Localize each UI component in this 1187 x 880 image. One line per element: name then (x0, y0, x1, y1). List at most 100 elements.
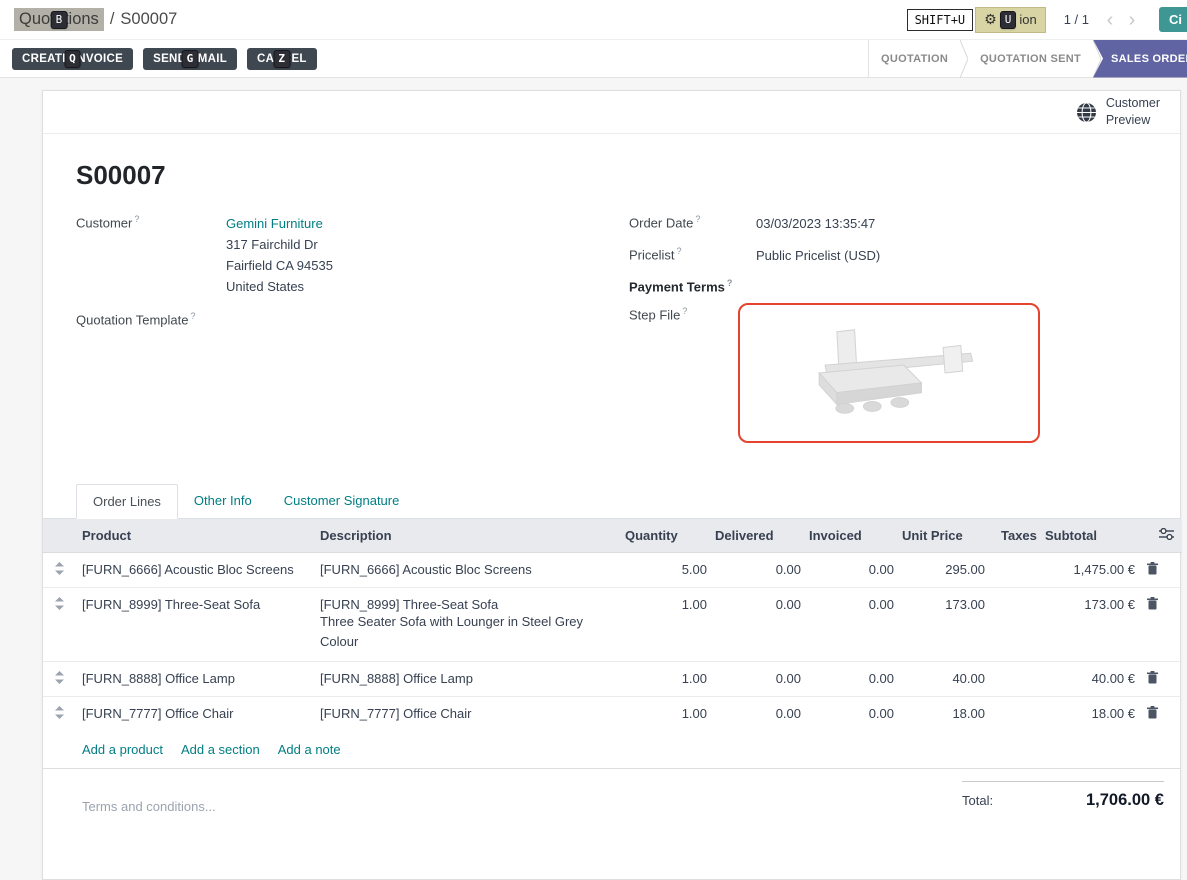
pricelist-label: Pricelist? (629, 245, 756, 266)
cell-product[interactable]: [FURN_7777] Office Chair (76, 697, 316, 732)
cell-invoiced[interactable]: 0.00 (805, 553, 898, 588)
cell-description[interactable]: [FURN_6666] Acoustic Bloc Screens (316, 553, 621, 588)
cell-description[interactable]: [FURN_8999] Three-Seat Sofa Three Seater… (316, 588, 621, 662)
cell-quantity[interactable]: 1.00 (621, 662, 711, 697)
action-status-bar: CREATE INVOICE Q SEND EMAIL G CANCEL Z Q… (0, 40, 1187, 78)
cell-delivered[interactable]: 0.00 (711, 662, 805, 697)
create-invoice-button[interactable]: CREATE INVOICE Q (12, 48, 133, 70)
cell-subtotal: 1,475.00 € (1041, 553, 1141, 588)
cell-invoiced[interactable]: 0.00 (805, 697, 898, 732)
delete-row-button[interactable] (1141, 588, 1182, 662)
order-date-label: Order Date? (629, 213, 756, 234)
customer-address: 317 Fairchild Dr Fairfield CA 94535 Unit… (226, 234, 333, 297)
cell-quantity[interactable]: 5.00 (621, 553, 711, 588)
tab-customer-signature[interactable]: Customer Signature (268, 484, 416, 518)
address-line: 317 Fairchild Dr (226, 234, 333, 255)
delete-row-button[interactable] (1141, 553, 1182, 588)
help-icon: ? (727, 278, 733, 288)
edge-partial-button[interactable]: Ci (1159, 7, 1187, 32)
address-line: Fairfield CA 94535 (226, 255, 333, 276)
customer-preview-line1: Customer (1106, 96, 1160, 110)
cell-quantity[interactable]: 1.00 (621, 588, 711, 662)
cell-delivered[interactable]: 0.00 (711, 588, 805, 662)
cell-delivered[interactable]: 0.00 (711, 697, 805, 732)
sheet-footer: Terms and conditions... Total: 1,706.00 … (76, 781, 1164, 814)
pager-value: 1 / 1 (1064, 12, 1089, 27)
hint-badge-create-invoice: Q (65, 51, 80, 67)
add-product-link[interactable]: Add a product (82, 742, 163, 757)
customer-preview-line2: Preview (1106, 113, 1150, 127)
tab-order-lines[interactable]: Order Lines (76, 484, 178, 519)
drag-handle[interactable] (43, 662, 76, 697)
cell-taxes[interactable] (989, 588, 1041, 662)
step-file-image-field[interactable] (738, 303, 1040, 443)
add-section-link[interactable]: Add a section (181, 742, 260, 757)
breadcrumb-current: S00007 (120, 10, 177, 29)
drag-handle[interactable] (43, 697, 76, 732)
field-step-file: Step File? (629, 305, 1164, 443)
order-date-value[interactable]: 03/03/2023 13:35:47 (756, 213, 875, 234)
help-icon: ? (677, 246, 682, 256)
hint-badge-breadcrumb: B (52, 12, 67, 28)
help-icon: ? (695, 214, 700, 224)
trash-icon (1147, 597, 1158, 610)
add-note-link[interactable]: Add a note (278, 742, 341, 757)
field-column-left: Customer? Gemini Furniture 317 Fairchild… (76, 213, 629, 454)
cell-description[interactable]: [FURN_8888] Office Lamp (316, 662, 621, 697)
action-menu-button[interactable]: ⚙ U ion (975, 7, 1046, 33)
customer-field-value: Gemini Furniture 317 Fairchild Dr Fairfi… (226, 213, 333, 297)
cell-taxes[interactable] (989, 662, 1041, 697)
help-icon: ? (682, 306, 687, 316)
cell-delivered[interactable]: 0.00 (711, 553, 805, 588)
line-footer-links: Add a product Add a section Add a note (43, 731, 1180, 769)
cell-unit-price[interactable]: 173.00 (898, 588, 989, 662)
field-column-right: Order Date? 03/03/2023 13:35:47 Pricelis… (629, 213, 1164, 454)
field-pricelist: Pricelist? Public Pricelist (USD) (629, 245, 1164, 266)
terms-and-conditions-field[interactable]: Terms and conditions... (82, 781, 216, 814)
delete-row-button[interactable] (1141, 662, 1182, 697)
status-step-quotation-sent[interactable]: QUOTATION SENT (968, 40, 1093, 78)
field-quotation-template: Quotation Template? (76, 310, 629, 327)
notebook: Order Lines Other Info Customer Signatur… (43, 484, 1180, 769)
status-step-sales-order[interactable]: SALES ORDER (1093, 40, 1187, 78)
breadcrumb-separator: / (110, 10, 115, 29)
column-header-delivered: Delivered (711, 519, 805, 553)
customer-preview-link[interactable]: Customer Preview (43, 91, 1180, 134)
cell-product[interactable]: [FURN_6666] Acoustic Bloc Screens (76, 553, 316, 588)
top-bar: Quotations B / S00007 SHIFT+U ⚙ U ion 1 … (0, 0, 1187, 40)
pager-next-icon[interactable]: › (1121, 10, 1143, 30)
pager-previous-icon[interactable]: ‹ (1099, 10, 1121, 30)
cell-unit-price[interactable]: 295.00 (898, 553, 989, 588)
cell-invoiced[interactable]: 0.00 (805, 588, 898, 662)
order-line-row: [FURN_8999] Three-Seat Sofa [FURN_8999] … (43, 588, 1182, 662)
address-line: United States (226, 276, 333, 297)
send-email-button[interactable]: SEND EMAIL G (143, 48, 237, 70)
column-header-unit-price: Unit Price (898, 519, 989, 553)
customer-preview-label: Customer Preview (1106, 95, 1160, 129)
help-icon: ? (191, 311, 196, 321)
cell-product[interactable]: [FURN_8888] Office Lamp (76, 662, 316, 697)
breadcrumb-parent-link[interactable]: Quotations B (14, 8, 104, 31)
order-lines-table: Product Description Quantity Delivered I… (43, 519, 1182, 731)
cell-quantity[interactable]: 1.00 (621, 697, 711, 732)
drag-handle[interactable] (43, 588, 76, 662)
pricelist-value[interactable]: Public Pricelist (USD) (756, 245, 880, 266)
cell-taxes[interactable] (989, 697, 1041, 732)
cell-taxes[interactable] (989, 553, 1041, 588)
drag-handle[interactable] (43, 553, 76, 588)
cell-product[interactable]: [FURN_8999] Three-Seat Sofa (76, 588, 316, 662)
cell-description[interactable]: [FURN_7777] Office Chair (316, 697, 621, 732)
cell-invoiced[interactable]: 0.00 (805, 662, 898, 697)
cancel-button[interactable]: CANCEL Z (247, 48, 317, 70)
table-header-row: Product Description Quantity Delivered I… (43, 519, 1182, 553)
optional-columns-header[interactable] (1141, 519, 1182, 553)
total-value: 1,706.00 € (1086, 791, 1164, 810)
drag-handle-icon (55, 671, 64, 684)
tab-other-info[interactable]: Other Info (178, 484, 268, 518)
delete-row-button[interactable] (1141, 697, 1182, 732)
step-file-3d-preview (784, 314, 994, 432)
cell-unit-price[interactable]: 40.00 (898, 662, 989, 697)
cell-unit-price[interactable]: 18.00 (898, 697, 989, 732)
customer-link[interactable]: Gemini Furniture (226, 216, 323, 231)
status-step-quotation[interactable]: QUOTATION (869, 40, 960, 78)
